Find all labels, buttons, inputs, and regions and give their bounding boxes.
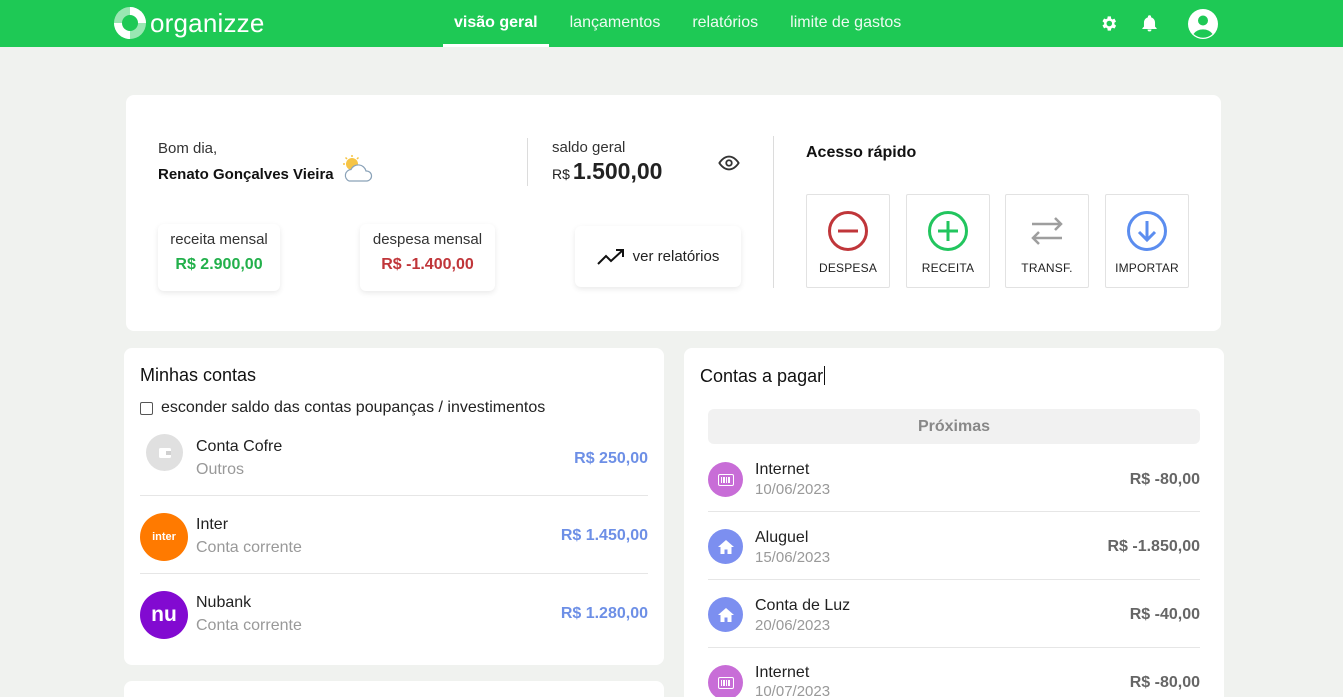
plus-circle-icon: [928, 211, 968, 251]
bill-name: Conta de Luz: [755, 597, 851, 614]
divider: [527, 138, 528, 186]
partly-cloudy-icon: [343, 155, 373, 182]
bill-name: Aluguel: [755, 529, 809, 546]
despesa-button-label: DESPESA: [818, 261, 878, 275]
despesa-mensal-card[interactable]: despesa mensal R$ -1.400,00: [360, 224, 495, 291]
hide-savings-checkbox[interactable]: [140, 401, 153, 415]
bill-name: Internet: [755, 664, 810, 681]
minhas-contas-title: Minhas contas: [140, 365, 257, 385]
next-card: [124, 681, 664, 697]
bill-row[interactable]: Conta de Luz 20/06/2023 R$ -40,00: [708, 579, 1200, 647]
account-row-nubank[interactable]: nu Nubank Conta corrente R$ 1.280,00: [140, 573, 648, 651]
account-balance: R$ 1.450,00: [560, 527, 648, 544]
receita-mensal-card[interactable]: receita mensal R$ 2.900,00: [158, 224, 280, 291]
bill-date: 20/06/2023: [755, 617, 831, 634]
bill-date: 10/06/2023: [755, 481, 831, 498]
hide-savings-option[interactable]: esconder saldo das contas poupanças / in…: [140, 399, 545, 417]
eye-icon[interactable]: [718, 152, 740, 174]
nav-visao-geral[interactable]: visão geral: [443, 0, 549, 47]
user-name: Renato Gonçalves Vieira: [158, 166, 334, 183]
barcode-icon: [708, 462, 743, 497]
account-row-conta-cofre[interactable]: Conta Cofre Outros R$ 250,00: [140, 418, 648, 496]
main-nav: visão geral lançamentos relatórios limit…: [443, 0, 922, 47]
saldo-geral-value: R$ 1.500,00: [552, 158, 662, 185]
transfer-arrows-icon: [1031, 217, 1063, 245]
ver-relatorios-button[interactable]: ver relatórios: [575, 226, 741, 287]
logo-mark-icon: [114, 7, 146, 39]
contas-a-pagar-title: Contas a pagar: [700, 366, 826, 387]
despesa-button[interactable]: DESPESA: [806, 194, 890, 288]
minus-circle-icon: [828, 211, 868, 251]
inter-logo: inter: [140, 513, 188, 561]
transferencia-button-label: TRANSF.: [1021, 261, 1073, 275]
account-row-inter[interactable]: inter Inter Conta corrente R$ 1.450,00: [140, 495, 648, 573]
receita-button-label: RECEITA: [921, 261, 975, 275]
account-name: Conta Cofre: [196, 438, 283, 455]
nubank-logo: nu: [140, 591, 188, 639]
bill-value: R$ -40,00: [1129, 606, 1200, 623]
account-balance: R$ 1.280,00: [560, 605, 648, 622]
account-name: Inter: [196, 516, 229, 533]
despesa-value: R$ -1.400,00: [381, 256, 474, 273]
bell-icon[interactable]: [1138, 0, 1160, 47]
bill-value: R$ -80,00: [1129, 674, 1200, 691]
bill-date: 15/06/2023: [755, 549, 831, 566]
hide-savings-label: esconder saldo das contas poupanças / in…: [161, 399, 546, 416]
saldo-currency: R$: [552, 166, 570, 182]
importar-button[interactable]: IMPORTAR: [1105, 194, 1189, 288]
saldo-geral-label: saldo geral: [552, 139, 626, 156]
organizze-logo[interactable]: organizze: [113, 6, 265, 40]
account-type: Outros: [196, 461, 245, 478]
house-icon: [708, 597, 743, 632]
trending-up-icon: [596, 248, 624, 265]
logo-text: organizze: [150, 7, 265, 38]
nubank-logo-text: nu: [151, 603, 177, 626]
user-avatar-icon[interactable]: [1187, 0, 1219, 47]
nav-relatorios[interactable]: relatórios: [681, 0, 769, 47]
transferencia-button[interactable]: TRANSF.: [1005, 194, 1089, 288]
nav-lancamentos[interactable]: lançamentos: [559, 0, 672, 47]
barcode-icon: [708, 665, 743, 697]
divider: [773, 136, 774, 288]
receita-label: receita mensal: [170, 231, 268, 248]
tab-proximas[interactable]: Próximas: [708, 409, 1200, 444]
account-type: Conta corrente: [196, 617, 302, 634]
account-type: Conta corrente: [196, 539, 302, 556]
bill-value: R$ -80,00: [1129, 471, 1200, 488]
text-cursor: [824, 366, 826, 385]
ver-relatorios-label: ver relatórios: [632, 248, 720, 265]
bill-row[interactable]: Internet 10/07/2023 R$ -80,00: [708, 647, 1200, 697]
nav-limite-de-gastos[interactable]: limite de gastos: [779, 0, 912, 47]
greeting-text: Bom dia,: [158, 140, 218, 157]
bill-date: 10/07/2023: [755, 683, 831, 697]
bill-row[interactable]: Internet 10/06/2023 R$ -80,00: [708, 452, 1200, 520]
download-circle-icon: [1127, 211, 1167, 251]
wallet-icon: [146, 434, 183, 471]
contas-a-pagar-title-text: Contas a pagar: [700, 366, 824, 386]
bill-row[interactable]: Aluguel 15/06/2023 R$ -1.850,00: [708, 511, 1200, 579]
importar-button-label: IMPORTAR: [1115, 261, 1179, 275]
receita-value: R$ 2.900,00: [175, 256, 263, 273]
account-name: Nubank: [196, 594, 252, 611]
house-icon: [708, 529, 743, 564]
bill-value: R$ -1.850,00: [1107, 538, 1200, 555]
gear-icon[interactable]: [1097, 0, 1119, 47]
despesa-label: despesa mensal: [372, 231, 483, 248]
inter-logo-text: inter: [152, 531, 176, 543]
receita-button[interactable]: RECEITA: [906, 194, 990, 288]
acesso-rapido-title: Acesso rápido: [806, 144, 917, 161]
account-balance: R$ 250,00: [574, 450, 648, 467]
bill-name: Internet: [755, 461, 810, 478]
top-navbar: organizze visão geral lançamentos relató…: [0, 0, 1343, 47]
saldo-amount: 1.500,00: [572, 158, 663, 184]
